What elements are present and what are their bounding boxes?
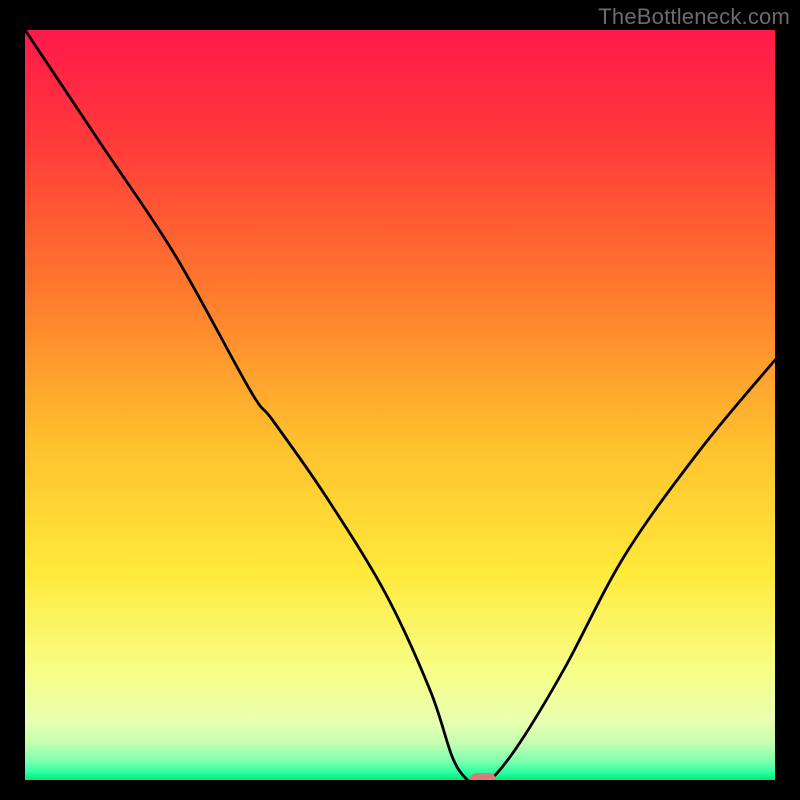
optimum-marker [470,773,496,787]
chart-plot-area [25,30,775,780]
chart-background [25,30,775,780]
chart-svg [25,30,775,780]
frame-bottom [0,780,800,800]
watermark-text: TheBottleneck.com [598,4,790,30]
frame-right [775,0,800,800]
frame-left [0,0,25,800]
